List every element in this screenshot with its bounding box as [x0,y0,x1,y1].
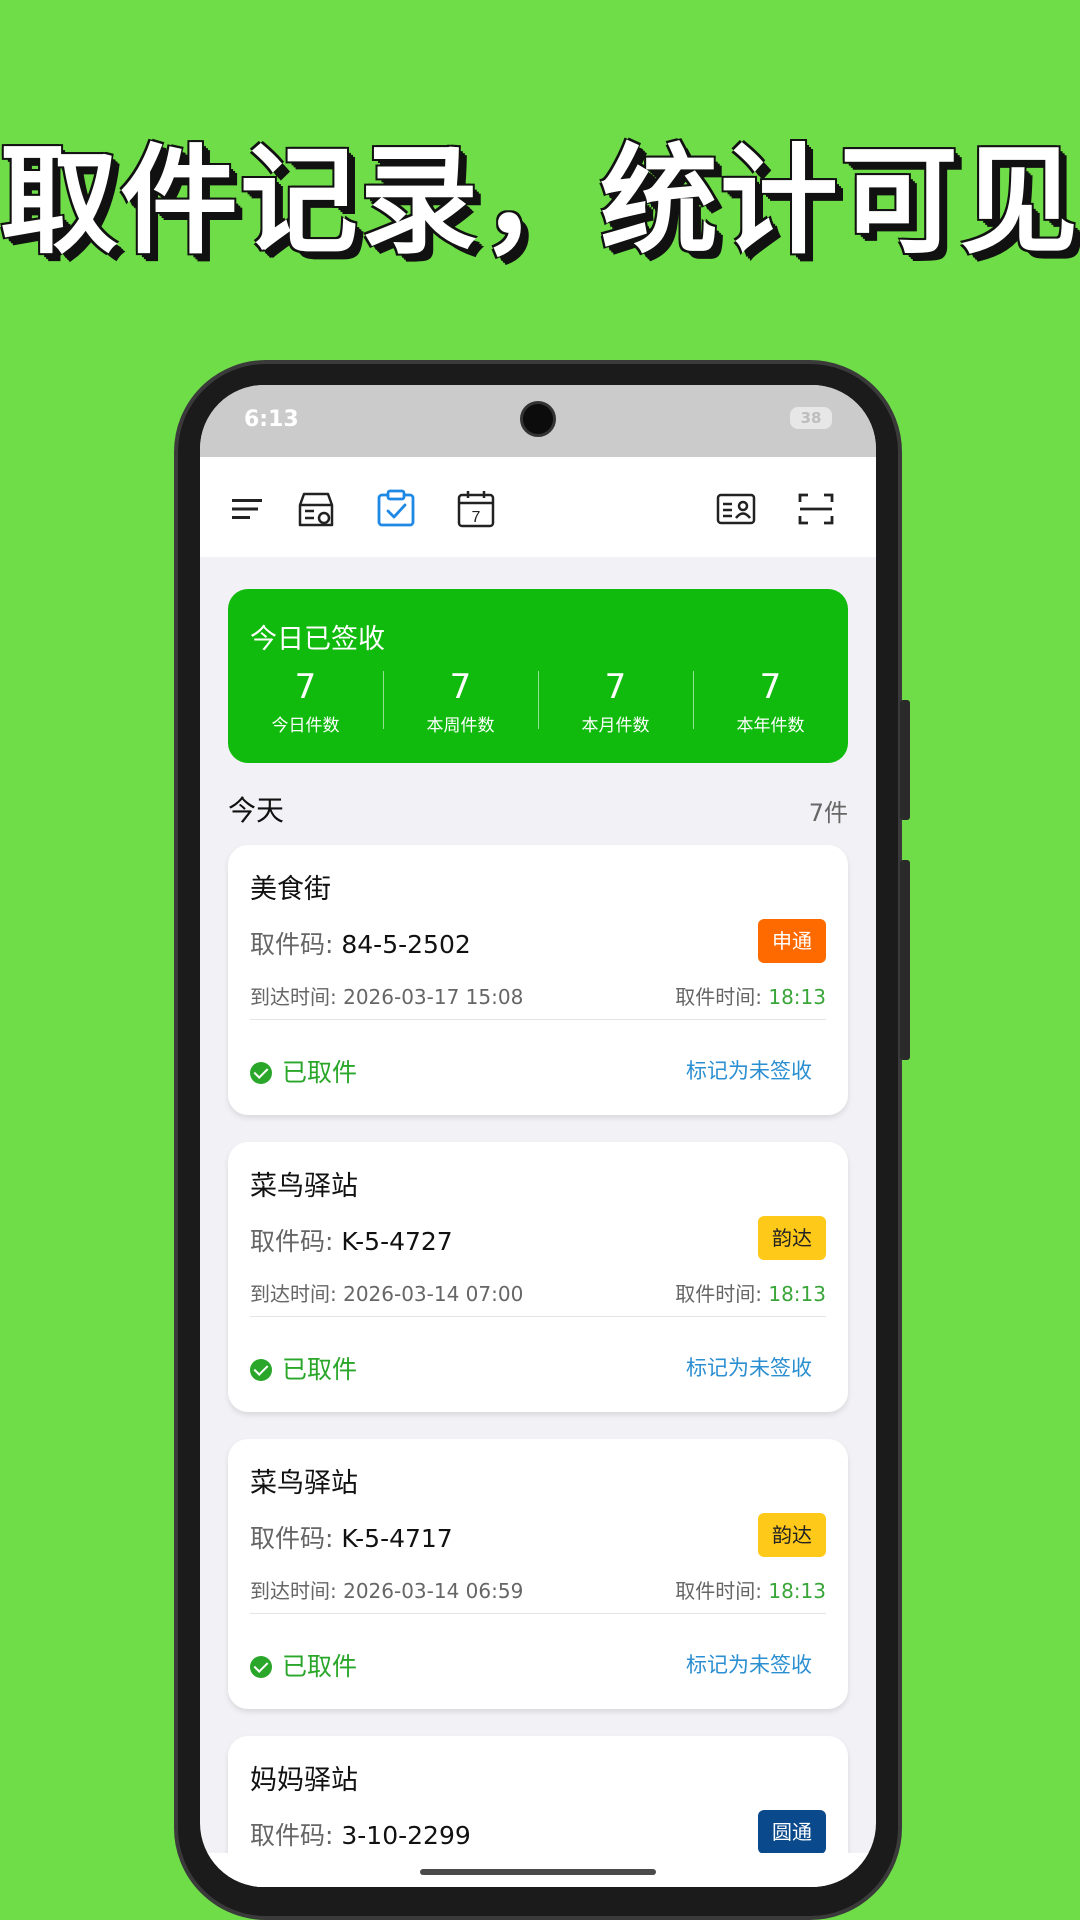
pickup-code: 取件码: K-5-4727 [250,1222,453,1258]
pickup-code-label: 取件码: [250,1821,342,1850]
stat-value: 7 [759,667,782,707]
card-divider [250,1019,826,1020]
stat-today: 7 今日件数 [228,667,383,736]
carrier-badge: 申通 [758,919,826,963]
home-indicator[interactable] [420,1869,656,1875]
battery-indicator: 38 [790,407,832,429]
pickup-code: 取件码: 84-5-2502 [250,925,471,961]
pickup-time-label: 取件时间: [675,1579,769,1603]
parcel-card[interactable]: 菜鸟驿站 取件码: K-5-4717 韵达 到达时间: 2026-03-14 0… [228,1439,848,1709]
card-divider [250,1316,826,1317]
picked-status-text: 已取件 [282,1058,358,1087]
clipboard-check-icon[interactable] [374,487,418,531]
parcel-card[interactable]: 美食街 取件码: 84-5-2502 申通 到达时间: 2026-03-17 1… [228,845,848,1115]
station-name: 美食街 [250,874,331,905]
calendar-icon[interactable]: 7 [454,487,498,531]
station-name: 菜鸟驿站 [250,1171,358,1202]
promo-headline: 取件记录，统计可见 [0,132,1080,270]
picked-status-text: 已取件 [282,1355,358,1384]
section-header: 今天 7件 [228,789,848,829]
picked-status: 已取件 [250,1350,357,1386]
stat-label: 本周件数 [426,716,495,736]
arrival-time: 到达时间: 2026-03-14 06:59 [250,1579,524,1603]
picked-status: 已取件 [250,1647,357,1683]
pickup-time: 取件时间: 18:13 [675,1278,826,1307]
pickup-code: 取件码: 3-10-2299 [250,1816,471,1852]
pickup-time-value: 18:13 [768,985,826,1009]
volume-button [900,700,910,820]
status-bar: 6:13 38 [200,385,876,457]
stat-label: 今日件数 [271,716,340,736]
parcel-card[interactable]: 菜鸟驿站 取件码: K-5-4727 韵达 到达时间: 2026-03-14 0… [228,1142,848,1412]
stats-title: 今日已签收 [250,624,385,655]
station-name: 菜鸟驿站 [250,1468,358,1499]
mark-unsigned-button[interactable]: 标记为未签收 [686,1649,812,1679]
check-circle-icon [250,1062,272,1084]
power-button [900,860,910,1060]
pickup-time-label: 取件时间: [675,1282,769,1306]
carrier-badge: 圆通 [758,1810,826,1854]
stat-week: 7 本周件数 [383,667,538,736]
parcel-locker-icon[interactable] [294,487,338,531]
pickup-time: 取件时间: 18:13 [675,981,826,1010]
stat-year: 7 本年件数 [693,667,848,736]
section-title: 今天 [228,794,285,827]
pickup-code: 取件码: K-5-4717 [250,1519,453,1555]
station-name: 妈妈驿站 [250,1765,358,1796]
id-card-icon[interactable] [714,487,758,531]
pickup-time: 取件时间: 18:13 [675,1575,826,1604]
card-divider [250,1613,826,1614]
pickup-code-value: 84-5-2502 [341,930,471,959]
stat-value: 7 [294,667,317,707]
top-toolbar: 7 [200,457,876,557]
carrier-badge: 韵达 [758,1216,826,1260]
stat-month: 7 本月件数 [538,667,693,736]
pickup-time-value: 18:13 [768,1579,826,1603]
today-stats-card: 今日已签收 7 今日件数 7 本周件数 7 本月件数 7 本年件数 [228,589,848,763]
mark-unsigned-button[interactable]: 标记为未签收 [686,1352,812,1382]
pickup-code-value: K-5-4727 [341,1227,453,1256]
pickup-code-label: 取件码: [250,1227,342,1256]
check-circle-icon [250,1359,272,1381]
pickup-code-value: 3-10-2299 [341,1821,471,1850]
arrival-time: 到达时间: 2026-03-14 07:00 [250,1282,524,1306]
calendar-day-number: 7 [472,509,481,526]
mark-unsigned-button[interactable]: 标记为未签收 [686,1055,812,1085]
phone-screen: 6:13 38 7 今日已签收 7 今日件数 7 本周件数 7 本月件数 7 本… [200,385,876,1887]
scan-icon[interactable] [794,487,838,531]
check-circle-icon [250,1656,272,1678]
carrier-badge: 韵达 [758,1513,826,1557]
section-count: 7件 [808,799,848,827]
menu-icon[interactable] [224,487,268,531]
picked-status: 已取件 [250,1053,357,1089]
pickup-code-label: 取件码: [250,1524,342,1553]
arrival-time: 到达时间: 2026-03-17 15:08 [250,985,524,1009]
pickup-code-value: K-5-4717 [341,1524,453,1553]
stat-value: 7 [449,667,472,707]
status-time: 6:13 [244,407,299,432]
picked-status-text: 已取件 [282,1652,358,1681]
stat-value: 7 [604,667,627,707]
stat-label: 本年件数 [736,716,805,736]
pickup-time-value: 18:13 [768,1282,826,1306]
front-camera [520,401,556,437]
stat-label: 本月件数 [581,716,650,736]
pickup-code-label: 取件码: [250,930,342,959]
pickup-time-label: 取件时间: [675,985,769,1009]
